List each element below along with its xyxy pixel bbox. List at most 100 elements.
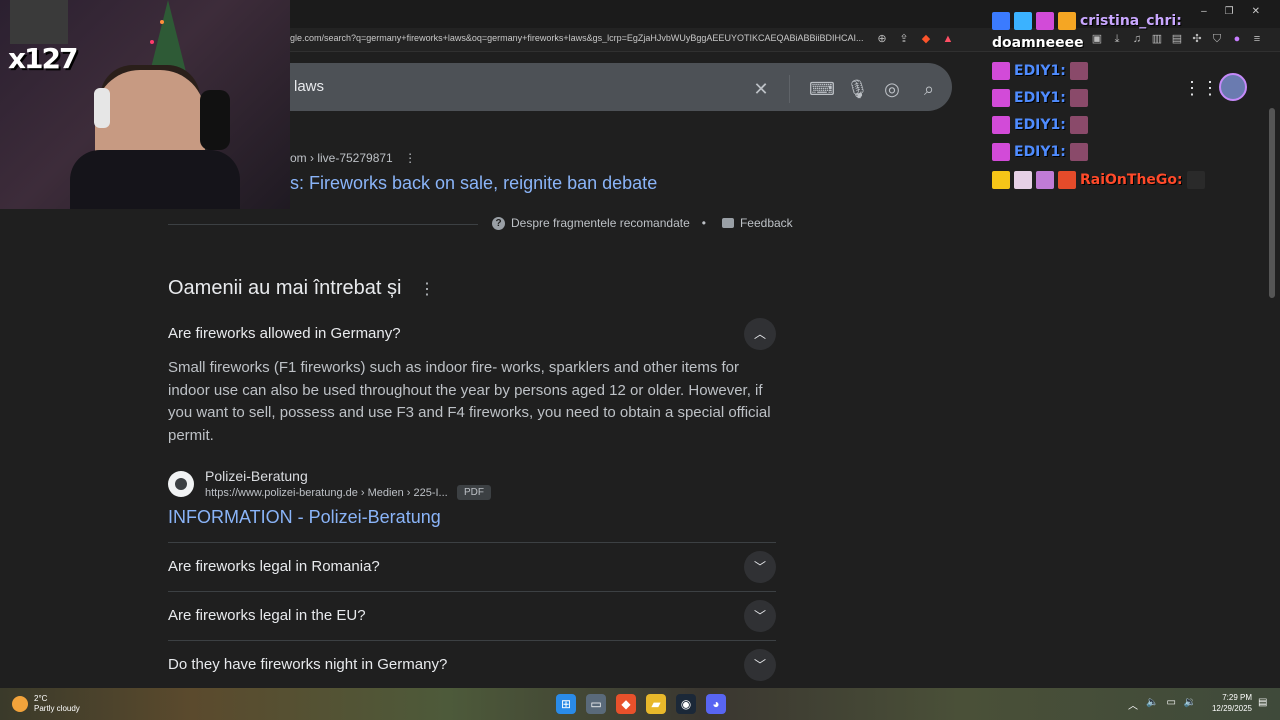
weather-condition: Partly cloudy	[34, 704, 80, 713]
chat-message-text: doamneeee	[992, 35, 1084, 51]
taskbar-apps: ⊞ ▭ ◆ ▰ ◉ ◕	[556, 694, 726, 714]
sub-count: x127	[8, 42, 79, 75]
paa-answer: Small fireworks (F1 fireworks) such as i…	[168, 359, 771, 444]
divider	[168, 591, 776, 592]
paa-question[interactable]: Are fireworks legal in the EU? ﹀	[168, 596, 776, 636]
gift-icon	[1036, 171, 1054, 189]
speaker-icon[interactable]: 🔈	[1146, 697, 1158, 712]
lens-icon[interactable]: ◎	[883, 78, 901, 100]
emote-icon	[1069, 62, 1088, 80]
weather-widget[interactable]: 2°C Partly cloudy	[12, 694, 80, 714]
brave-rewards-icon[interactable]: ▲	[941, 32, 955, 46]
more-options-icon[interactable]: ⋮	[419, 281, 435, 298]
leo-icon[interactable]: ●	[1230, 32, 1244, 46]
chat-username: EDIY1:	[1014, 90, 1066, 106]
chat-username: EDIY1:	[1014, 117, 1066, 133]
search-icon[interactable]: ⌕	[920, 78, 938, 100]
chat-overlay: cristina_chri: doamneeee EDIY1: EDIY1: E…	[990, 0, 1230, 200]
chat-username: EDIY1:	[1014, 63, 1066, 79]
result-cite: om › live-75279871 ⋮	[290, 151, 416, 165]
result-cite-text: om › live-75279871	[290, 151, 393, 165]
paa-question-text: Are fireworks legal in the EU?	[168, 607, 366, 624]
brave-icon[interactable]: ◆	[616, 694, 636, 714]
emote-icon	[1069, 89, 1088, 107]
start-icon[interactable]: ⊞	[556, 694, 576, 714]
search-box[interactable]: laws ✕ ⌨ 🎙 ◎ ⌕	[250, 63, 952, 111]
source-title-link[interactable]: INFORMATION - Polizei-Beratung	[168, 507, 441, 528]
menu-icon[interactable]: ≡	[1250, 32, 1264, 46]
paa-question[interactable]: Are fireworks allowed in Germany? ︿	[168, 314, 776, 354]
chat-username: RaiOnTheGo:	[1080, 172, 1183, 188]
pdf-badge: PDF	[457, 485, 491, 500]
badge-icon	[1058, 12, 1076, 30]
keyboard-icon[interactable]: ⌨	[809, 78, 835, 100]
chat-text: doamneeee	[992, 35, 1084, 51]
webcam-overlay: x127	[0, 0, 290, 209]
divider	[168, 542, 776, 543]
system-tray: ︿ 🔈 ▭ 🔉	[1128, 697, 1196, 712]
microphone	[200, 90, 230, 150]
clock[interactable]: 7:29 PM 12/29/2025	[1206, 692, 1252, 714]
about-snippets-row: ? Despre fragmentele recomandate • Feedb…	[492, 216, 793, 230]
chat-message: EDIY1:	[992, 62, 1088, 80]
zoom-icon[interactable]: ⊕	[875, 32, 889, 46]
brave-shields-icon[interactable]: ◆	[919, 32, 933, 46]
network-icon[interactable]: ▭	[1166, 697, 1175, 712]
chat-message: EDIY1:	[992, 143, 1088, 161]
chevron-down-icon[interactable]: ﹀	[744, 600, 776, 632]
emote-icon	[1036, 12, 1054, 30]
chevron-down-icon[interactable]: ﹀	[744, 551, 776, 583]
divider	[789, 75, 790, 103]
file-explorer-icon[interactable]: ▰	[646, 694, 666, 714]
about-snippets-link[interactable]: Despre fragmentele recomandate	[511, 216, 690, 230]
task-view-icon[interactable]: ▭	[586, 694, 606, 714]
tree-light	[150, 40, 154, 44]
temperature: 2°C	[34, 694, 48, 703]
badge-icon	[1058, 171, 1076, 189]
weather-icon	[12, 696, 28, 712]
result-title-link[interactable]: s: Fireworks back on sale, reignite ban …	[290, 173, 657, 194]
url-text[interactable]: gle.com/search?q=germany+fireworks+laws&…	[290, 33, 870, 43]
taskbar: 2°C Partly cloudy ⊞ ▭ ◆ ▰ ◉ ◕ ︿ 🔈 ▭ 🔉 7:…	[0, 688, 1280, 720]
chat-message: EDIY1:	[992, 89, 1088, 107]
paa-question-text: Are fireworks allowed in Germany?	[168, 325, 401, 342]
clear-icon[interactable]: ✕	[752, 78, 770, 100]
chat-message: RaiOnTheGo:	[992, 171, 1205, 189]
chat-message: EDIY1:	[992, 116, 1088, 134]
close-window-button[interactable]: ✕	[1252, 6, 1260, 17]
chevron-up-icon[interactable]: ︿	[1128, 697, 1138, 712]
search-box-icons: ✕ ⌨ 🎙 ◎ ⌕	[752, 75, 938, 103]
bullet: •	[701, 216, 706, 230]
more-options-icon[interactable]: ⋮	[404, 151, 416, 165]
steam-icon[interactable]: ◉	[676, 694, 696, 714]
paa-question[interactable]: Are fireworks legal in Romania? ﹀	[168, 547, 776, 587]
feedback-icon	[721, 218, 734, 228]
sub-avatar	[10, 0, 68, 44]
volume-icon[interactable]: 🔉	[1184, 697, 1196, 712]
globe-icon	[168, 471, 194, 497]
discord-icon[interactable]: ◕	[706, 694, 726, 714]
chevron-down-icon[interactable]: ﹀	[744, 649, 776, 681]
emote-icon	[992, 89, 1010, 107]
paa-question[interactable]: Do they have fireworks night in Germany?…	[168, 645, 776, 685]
search-input[interactable]: laws	[294, 78, 324, 95]
badge-icon	[992, 12, 1010, 30]
chat-message: cristina_chri:	[992, 12, 1182, 30]
sub-badge: x127	[4, 0, 79, 86]
scrollbar[interactable]	[1269, 108, 1275, 298]
divider	[168, 640, 776, 641]
emote-icon	[992, 62, 1010, 80]
people-also-ask-heading: Oamenii au mai întrebat și	[168, 277, 402, 299]
chevron-up-icon[interactable]: ︿	[744, 318, 776, 350]
headset-icon	[94, 88, 110, 128]
tree-light	[160, 20, 164, 24]
time: 7:29 PM	[1222, 693, 1252, 702]
emote-icon	[992, 143, 1010, 161]
streamer-shirt	[70, 150, 240, 209]
notification-icon[interactable]: ▤	[1258, 697, 1267, 708]
help-icon: ?	[492, 216, 505, 230]
date: 12/29/2025	[1211, 704, 1252, 713]
microphone-icon[interactable]: 🎙	[846, 78, 869, 100]
share-icon[interactable]: ⇪	[897, 32, 911, 46]
feedback-link[interactable]: Feedback	[740, 216, 793, 230]
